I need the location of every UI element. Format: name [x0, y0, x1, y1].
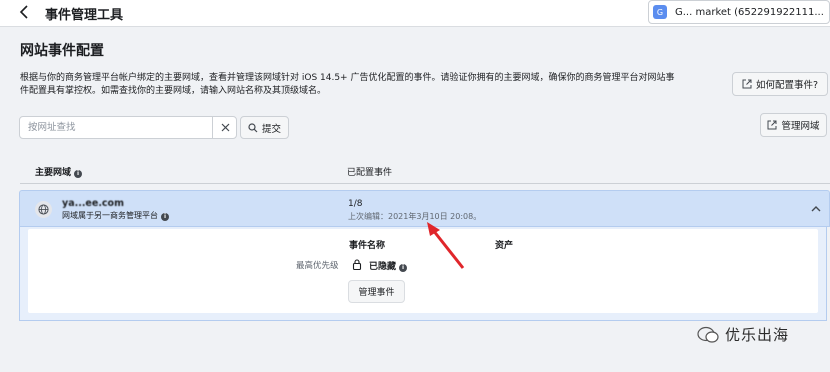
- domain-row[interactable]: ya...ee.com 网域属于另一商务管理平台 i 1/8 上次编辑：2021年…: [19, 190, 830, 227]
- manage-domains-button[interactable]: 管理网域: [760, 113, 827, 137]
- how-to-configure-label: 如何配置事件?: [755, 80, 819, 91]
- watermark: 优乐出海: [697, 324, 789, 345]
- page-description: 根据与你的商务管理平台帐户绑定的主要网域，查看并管理该网域针对 iOS 14.5…: [20, 73, 675, 96]
- configured-count: 1/8: [348, 199, 363, 209]
- globe-icon: [38, 204, 49, 215]
- lock-icon: [352, 259, 362, 270]
- manage-domains-label: 管理网域: [781, 121, 820, 132]
- info-icon[interactable]: i: [161, 213, 169, 221]
- search-box: [19, 116, 237, 139]
- event-details-card: 事件名称 资产 最高优先级 已隐藏 i 管理事件: [28, 229, 818, 313]
- priority-label: 最高优先级: [296, 261, 339, 271]
- domain-name: ya...ee.com: [62, 198, 124, 209]
- back-button[interactable]: [16, 4, 32, 20]
- submit-label: 提交: [261, 123, 281, 135]
- wechat-logo-icon: [697, 326, 719, 343]
- clear-search-button[interactable]: [212, 117, 238, 138]
- info-icon[interactable]: i: [74, 170, 83, 178]
- last-edited: 上次编辑：2021年3月10日 20:08。: [348, 212, 482, 221]
- account-avatar: G: [653, 5, 667, 19]
- domain-owner-note-text: 网域属于另一商务管理平台: [62, 211, 158, 220]
- event-status: 已隐藏 i: [369, 259, 408, 272]
- expanded-panel: 事件名称 资产 最高优先级 已隐藏 i 管理事件: [19, 227, 827, 321]
- how-to-configure-button[interactable]: 如何配置事件?: [732, 72, 828, 96]
- event-status-label: 已隐藏: [369, 262, 397, 272]
- top-bar: 事件管理工具 G G... market (652291922111...: [0, 0, 830, 27]
- domain-owner-note: 网域属于另一商务管理平台 i: [62, 210, 169, 221]
- column-header-domain-label: 主要网域: [35, 168, 72, 178]
- page-title: 网站事件配置: [20, 43, 104, 59]
- search-icon: [248, 122, 258, 132]
- column-header-asset: 资产: [495, 241, 514, 251]
- info-icon[interactable]: i: [399, 264, 408, 272]
- manage-events-button[interactable]: 管理事件: [348, 280, 405, 303]
- close-icon: [221, 123, 230, 132]
- app-title: 事件管理工具: [45, 8, 124, 23]
- column-header-event-name: 事件名称: [349, 241, 386, 251]
- account-selector[interactable]: G G... market (652291922111...: [648, 0, 830, 24]
- chevron-up-icon[interactable]: [811, 205, 821, 213]
- header-divider: [20, 183, 830, 184]
- watermark-text: 优乐出海: [725, 326, 790, 344]
- external-link-icon: [742, 79, 752, 89]
- search-input[interactable]: [20, 117, 210, 138]
- column-header-configured: 已配置事件: [347, 168, 393, 178]
- column-header-domain: 主要网域 i: [35, 165, 83, 178]
- external-link-icon: [767, 120, 777, 130]
- account-name: G... market (652291922111...: [675, 6, 824, 18]
- chevron-left-icon: [19, 5, 28, 19]
- submit-button[interactable]: 提交: [240, 116, 289, 139]
- domain-avatar: [35, 201, 52, 218]
